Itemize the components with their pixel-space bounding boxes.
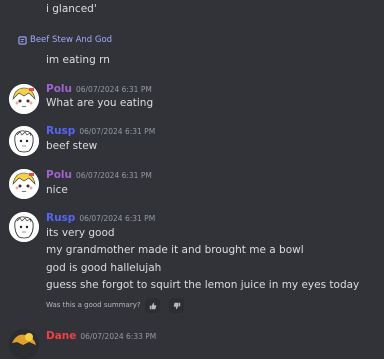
timestamp: 06/07/2024 6:31 PM [79, 214, 156, 223]
message-text: god is good hallelujah [46, 262, 162, 274]
timestamp: 06/07/2024 6:31 PM [75, 171, 152, 180]
thumbs-down-button[interactable] [169, 298, 184, 313]
message-text: i glanced' [46, 3, 97, 15]
timestamp: 06/07/2024 6:31 PM [79, 127, 156, 136]
avatar[interactable] [9, 126, 39, 156]
message-text: im eating rn [46, 54, 110, 66]
message-header: Dane 06/07/2024 6:33 PM [46, 330, 156, 343]
summary-feedback-question: Was this a good summary? [46, 301, 141, 309]
avatar-dane-image [9, 329, 39, 359]
author-name[interactable]: Dane [46, 330, 76, 343]
avatar-rusp-image [9, 126, 39, 156]
avatar-polu-image [9, 169, 39, 199]
author-name[interactable]: Polu [46, 169, 72, 182]
avatar[interactable] [9, 212, 39, 242]
message-text: my grandmother made it and brought me a … [46, 244, 304, 256]
thread-label: Beef Stew And God [30, 35, 113, 45]
message-text: beef stew [46, 140, 98, 152]
author-name[interactable]: Rusp [46, 125, 75, 138]
avatar[interactable] [9, 84, 39, 114]
timestamp: 06/07/2024 6:31 PM [75, 85, 152, 94]
message-header: Rusp 06/07/2024 6:31 PM [46, 212, 155, 225]
thumbs-up-button[interactable] [145, 298, 160, 313]
author-name[interactable]: Rusp [46, 212, 75, 225]
thread-icon [18, 35, 27, 45]
message-text: guess she forgot to squirt the lemon jui… [46, 279, 360, 291]
author-name[interactable]: Polu [46, 83, 72, 96]
timestamp: 06/07/2024 6:33 PM [80, 332, 157, 341]
message-text: its very good [46, 227, 115, 239]
avatar-rusp-image [9, 212, 39, 242]
thread-link[interactable]: Beef Stew And God [18, 35, 112, 45]
thumbs-down-icon [173, 302, 180, 309]
message-text: What are you eating [46, 97, 154, 109]
message-header: Rusp 06/07/2024 6:31 PM [46, 125, 155, 138]
avatar[interactable] [9, 329, 39, 359]
message-header: Polu 06/07/2024 6:31 PM [46, 83, 152, 96]
message-header: Polu 06/07/2024 6:31 PM [46, 169, 152, 182]
avatar-polu-image [9, 84, 39, 114]
avatar[interactable] [9, 169, 39, 199]
thumbs-up-icon [149, 302, 156, 309]
message-text: nice [46, 184, 68, 196]
